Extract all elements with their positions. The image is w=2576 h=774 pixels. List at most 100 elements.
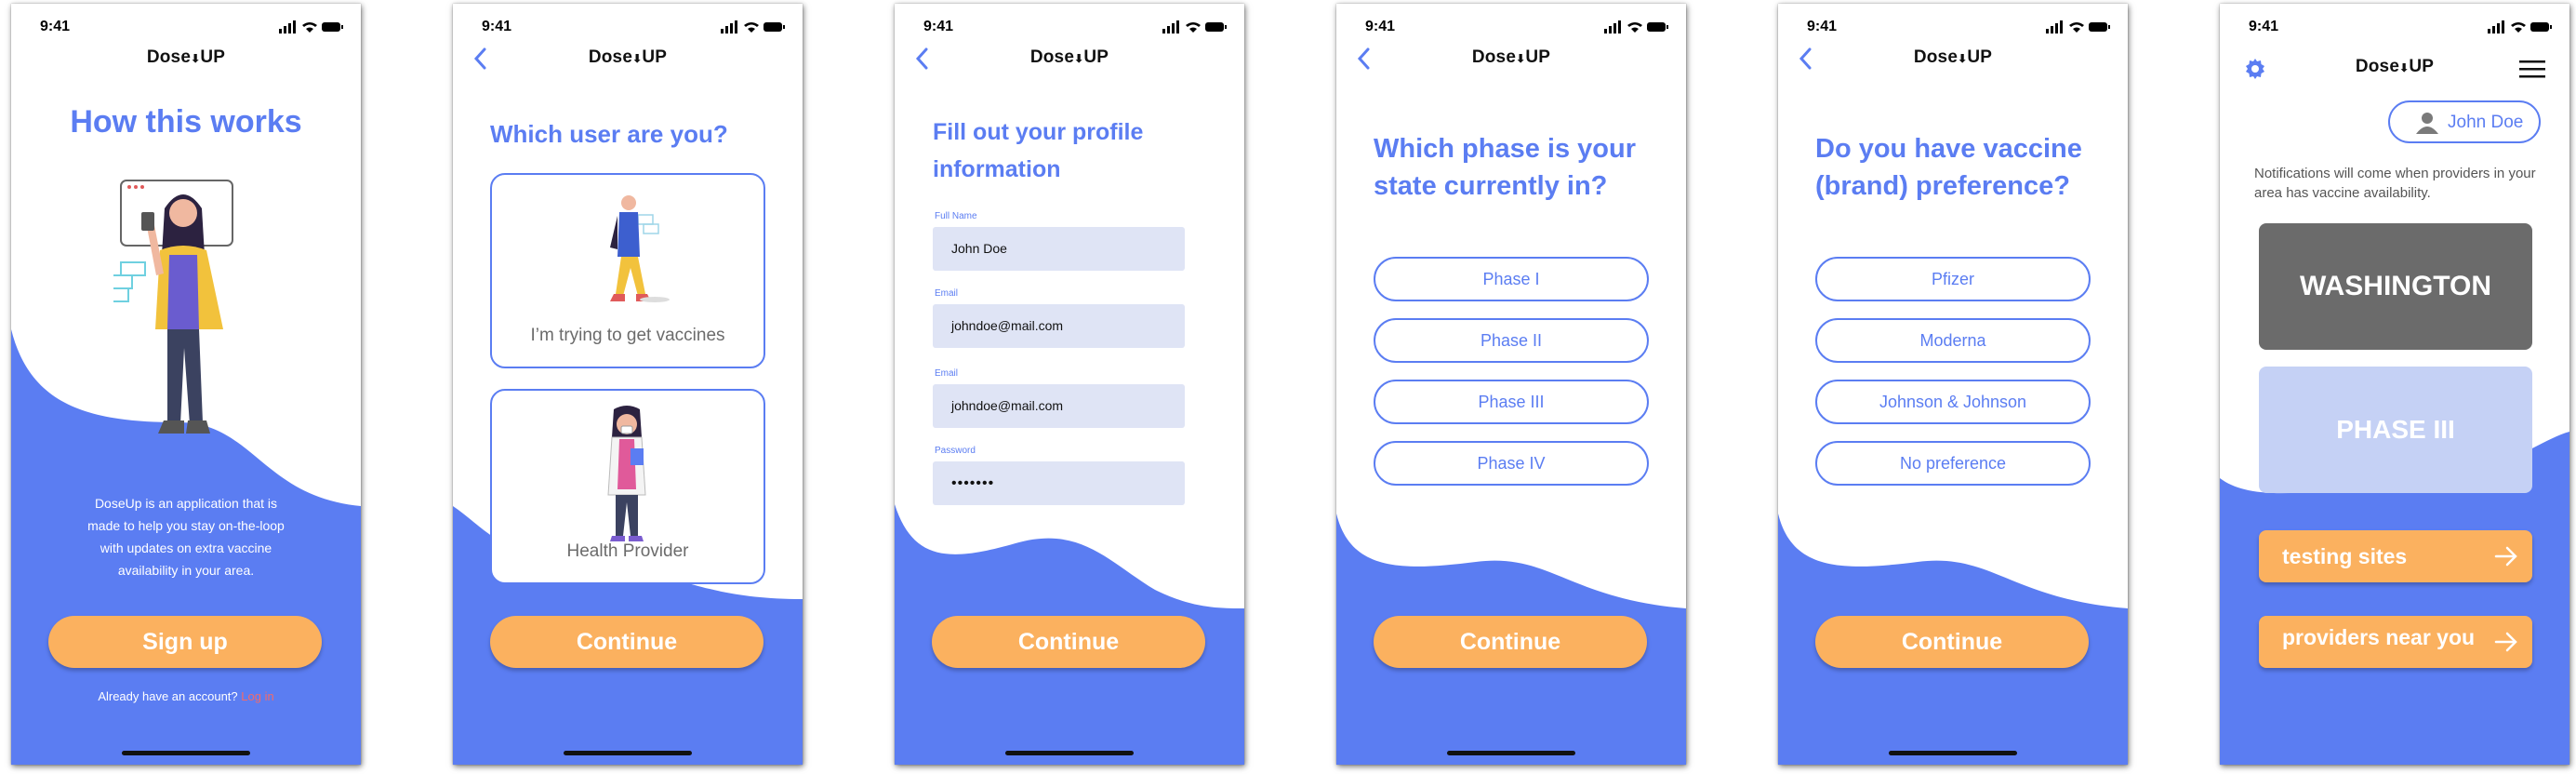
status-time: 9:41 [1807,19,1838,34]
down-arrow-icon: ⬇ [1516,52,1526,65]
page-title: Which user are you? [490,120,728,148]
login-prompt: Already have an account? Log in [11,689,361,703]
continue-button[interactable]: Continue [932,616,1205,668]
phase-option-4[interactable]: Phase IV [1374,441,1649,486]
screen-how-it-works: 9:41 Dose⬇UP How this works DoseUp is an… [11,4,361,765]
arrow-right-icon [2494,546,2517,567]
continue-button[interactable]: Continue [490,616,764,668]
email-confirm-field[interactable]: johndoe@mail.com [933,384,1185,428]
brand-logo: Dose⬇UP [1778,47,2128,68]
user-option-label: I’m trying to get vaccines [530,326,725,345]
status-time: 9:41 [482,19,512,34]
page-title-line: information [933,156,1061,182]
home-indicator [564,751,692,755]
screen-user-type: 9:41 Dose⬇UP Which user are you? I’m try… [453,4,803,765]
status-time: 9:41 [1365,19,1396,34]
brand-suffix: UP [2409,57,2435,76]
page-title-line: Which phase is your [1374,134,1636,164]
sign-up-button[interactable]: Sign up [48,616,322,668]
status-time: 9:41 [2249,19,2279,34]
testing-sites-label: testing sites [2282,544,2408,568]
home-indicator [1889,751,2017,755]
page-title: How this works [70,104,302,140]
status-icons [2488,20,2552,33]
email-field[interactable]: johndoe@mail.com [933,304,1185,348]
home-indicator [1447,751,1575,755]
providers-near-you-label: providers near you [2282,625,2476,649]
status-icons [721,20,785,33]
continue-button[interactable]: Continue [1374,616,1647,668]
brand-suffix: UP [642,47,668,67]
app-description: DoseUp is an application that is made to… [87,496,285,578]
page-title: Which phase is your state currently in? [1374,130,1636,205]
down-arrow-icon: ⬇ [632,52,643,65]
field-label-password: Password [935,446,976,456]
phase-option-1[interactable]: Phase I [1374,257,1649,301]
down-arrow-icon: ⬇ [191,52,201,65]
user-option-vaccine-seeker[interactable]: I’m trying to get vaccines [490,173,765,368]
status-time: 9:41 [923,19,954,34]
down-arrow-icon: ⬇ [1958,52,1968,65]
field-label-full-name: Full Name [935,211,977,221]
screen-profile-info: 9:41 Dose⬇UP Fill out your profile infor… [895,4,1244,765]
person-with-phone-illustration [113,180,233,434]
brand-prefix: Dose [588,47,633,67]
phase-name: PHASE III [2336,415,2455,444]
field-label-email-confirm: Email [935,368,959,379]
brand-prefix: Dose [1471,47,1517,67]
field-label-email: Email [935,288,959,299]
login-prompt-text: Already have an account? [98,689,238,703]
status-icons [2046,20,2110,33]
brand-logo: Dose⬇UP [1336,47,1686,68]
phase-option-3[interactable]: Phase III [1374,380,1649,424]
down-arrow-icon: ⬇ [2399,61,2410,74]
status-icons [279,20,343,33]
brand-option-pfizer[interactable]: Pfizer [1815,257,2091,301]
brand-logo: Dose⬇UP [453,47,803,68]
brand-option-moderna[interactable]: Moderna [1815,318,2091,363]
phase-option-2[interactable]: Phase II [1374,318,1649,363]
brand-suffix: UP [200,47,226,67]
full-name-field[interactable]: John Doe [933,227,1185,271]
brand-prefix: Dose [146,47,192,67]
walking-person-illustration [610,195,670,302]
user-option-health-provider[interactable]: Health Provider [490,389,765,584]
brand-option-jj[interactable]: Johnson & Johnson [1815,380,2091,424]
brand-suffix: UP [1967,47,1993,67]
home-indicator [122,751,250,755]
brand-option-none[interactable]: No preference [1815,441,2091,486]
state-tile: WASHINGTON [2259,223,2532,350]
brand-suffix: UP [1083,47,1109,67]
testing-sites-button[interactable]: testing sites [2259,530,2532,582]
screen-vaccine-preference: 9:41 Dose⬇UP Do you have vaccine (brand)… [1778,4,2128,765]
brand-suffix: UP [1525,47,1551,67]
state-name: WASHINGTON [2299,271,2492,301]
screen-dashboard: 9:41 Dose⬇UP John Doe Notifications will… [2220,4,2569,765]
brand-logo: Dose⬇UP [11,47,361,68]
page-title-line: Fill out your profile [933,119,1144,145]
home-indicator [1005,751,1134,755]
page-title-line: state currently in? [1374,171,1608,201]
arrow-right-icon [2494,632,2517,652]
page-title: Do you have vaccine (brand) preference? [1815,130,2082,205]
providers-near-you-button[interactable]: providers near you [2259,616,2532,668]
phase-tile: PHASE III [2259,367,2532,493]
brand-prefix: Dose [1029,47,1075,67]
brand-logo: Dose⬇UP [895,47,1244,68]
brand-prefix: Dose [2355,57,2400,76]
page-title: Fill out your profile information [933,113,1143,188]
menu-icon[interactable] [2519,60,2545,78]
user-avatar-icon [2416,113,2438,134]
health-provider-illustration [607,406,646,541]
brand-prefix: Dose [1913,47,1959,67]
login-link[interactable]: Log in [241,689,273,703]
status-time: 9:41 [40,19,71,34]
user-profile-pill[interactable]: John Doe [2388,100,2541,143]
status-icons [1604,20,1668,33]
password-field[interactable]: ••••••• [933,461,1185,505]
continue-button[interactable]: Continue [1815,616,2089,668]
notification-notice: Notifications will come when providers i… [2254,166,2536,201]
status-icons [1162,20,1227,33]
brand-logo: Dose⬇UP [2220,57,2569,77]
screen-phase: 9:41 Dose⬇UP Which phase is your state c… [1336,4,1686,765]
